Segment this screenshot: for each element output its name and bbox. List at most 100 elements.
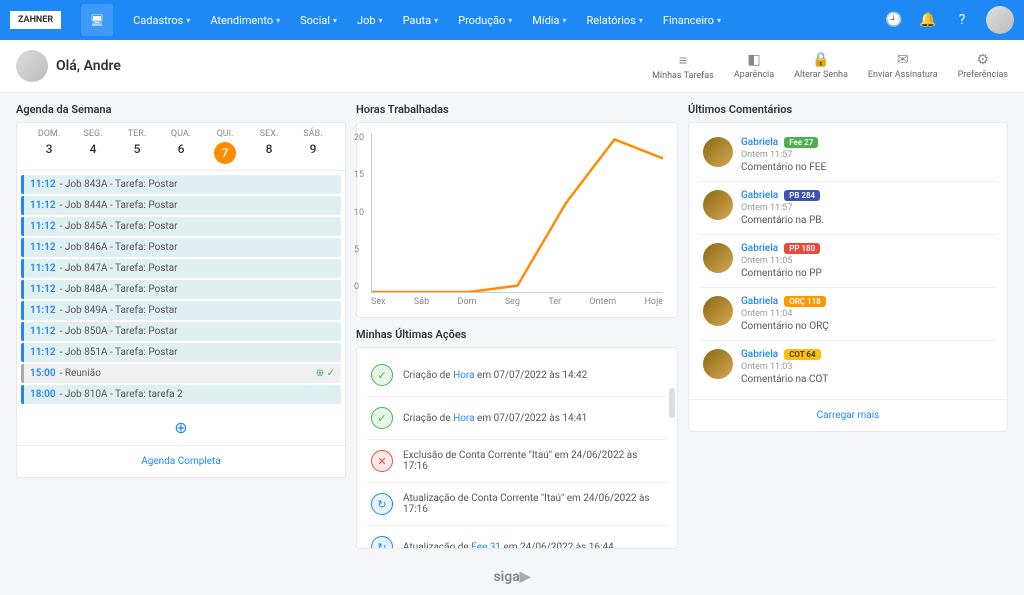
help-icon[interactable]: ?: [952, 10, 972, 30]
comment-time: Ontem 11:57: [741, 203, 993, 213]
task-item[interactable]: 11:12- Job 849A - Tarefa: Postar: [21, 301, 341, 320]
day[interactable]: SEX.8: [247, 129, 291, 164]
greeting-avatar: [16, 50, 48, 82]
week-row: DOM.3SEG.4TER.5QUA.6QUI.7SEX.8SÁB.9: [17, 123, 345, 171]
quick-action[interactable]: ◧Aparência: [734, 52, 774, 81]
logo[interactable]: ZAHNER: [10, 11, 61, 29]
action-item[interactable]: ✕Exclusão de Conta Corrente "Itaú" em 24…: [367, 440, 667, 483]
task-item[interactable]: 11:12- Job 843A - Tarefa: Postar: [21, 175, 341, 194]
comment-badge[interactable]: PP 180: [784, 243, 820, 254]
quick-action[interactable]: ≡Minhas Tarefas: [652, 52, 714, 81]
task-item[interactable]: 11:12- Job 845A - Tarefa: Postar: [21, 217, 341, 236]
hours-chart: 20151050: [371, 133, 663, 293]
quick-action[interactable]: ✉Enviar Assinatura: [868, 52, 938, 81]
comment-text: Comentário na COT: [741, 374, 993, 385]
chart-y-labels: 20151050: [354, 133, 364, 292]
comments-list: Gabriela Fee 27 Ontem 11:57 Comentário no F…: [689, 123, 1007, 399]
actions-card: ✓Criação de Hora em 07/07/2022 às 14:42✓…: [356, 347, 678, 549]
nav-atendimento[interactable]: Atendimento: [200, 8, 290, 33]
content: Agenda da Semana DOM.3SEG.4TER.5QUA.6QUI…: [0, 93, 1024, 559]
clock-icon[interactable]: 🕘: [884, 10, 904, 30]
action-link[interactable]: Hora: [453, 370, 474, 381]
comment-badge[interactable]: Fee 27: [784, 137, 818, 148]
nav-mídia[interactable]: Mídia: [522, 8, 576, 33]
day[interactable]: SÁB.9: [291, 129, 335, 164]
hours-section: Horas Trabalhadas 20151050 SexSábDomSegT…: [356, 103, 678, 318]
action-icon: ✕: [371, 450, 393, 472]
comment-badge[interactable]: COT 64: [784, 349, 820, 360]
comment-item[interactable]: Gabriela ORÇ 118 Ontem 11:04 Comentário no …: [699, 288, 997, 341]
qa-icon: 🔒: [812, 52, 829, 68]
task-item[interactable]: 11:12- Job 850A - Tarefa: Postar: [21, 322, 341, 341]
load-more-link[interactable]: Carregar mais: [689, 399, 1007, 431]
task-list: 11:12- Job 843A - Tarefa: Postar 11:12- J…: [17, 171, 345, 410]
nav-relatórios[interactable]: Relatórios: [576, 8, 652, 33]
comment-time: Ontem 11:57: [741, 150, 993, 160]
comment-author[interactable]: Gabriela: [741, 243, 778, 254]
comment-item[interactable]: GabrielaPB 284Ontem 11:57Comentário na P…: [699, 182, 997, 235]
task-item[interactable]: 11:12- Job 851A - Tarefa: Postar: [21, 343, 341, 362]
topbar: ZAHNER 🖥 CadastrosAtendimentoSocialJobPa…: [0, 0, 1024, 40]
bell-icon[interactable]: 🔔: [918, 10, 938, 30]
qa-icon: ⚙: [977, 52, 990, 68]
main-nav: 🖥 CadastrosAtendimentoSocialJobPautaProd…: [81, 4, 731, 36]
comment-text: Comentário no PP: [741, 268, 993, 279]
day[interactable]: QUI.7: [203, 129, 247, 164]
quick-action[interactable]: ⚙Preferências: [958, 52, 1008, 81]
agenda-full-link[interactable]: Agenda Completa: [17, 445, 345, 477]
action-link[interactable]: Hora: [453, 413, 474, 424]
task-item[interactable]: 18:00- Job 810A - Tarefa: tarefa 2: [21, 385, 341, 404]
comments-column: Últimos Comentários Gabriela Fee 27 Ontem …: [688, 103, 1008, 549]
day[interactable]: QUA.6: [159, 129, 203, 164]
action-item[interactable]: ✓Criação de Hora em 07/07/2022 às 14:41: [367, 397, 667, 440]
task-item[interactable]: 11:12- Job 847A - Tarefa: Postar: [21, 259, 341, 278]
qa-icon: ✉: [897, 52, 909, 68]
day[interactable]: TER.5: [115, 129, 159, 164]
quick-action[interactable]: 🔒Alterar Senha: [794, 52, 848, 81]
comment-item[interactable]: Gabriela Fee 27 Ontem 11:57 Comentário no F…: [699, 129, 997, 182]
action-link[interactable]: Fee 31: [471, 542, 501, 549]
nav-social[interactable]: Social: [290, 8, 347, 33]
task-item[interactable]: 11:12- Job 844A - Tarefa: Postar: [21, 196, 341, 215]
greeting: Olá, Andre: [16, 50, 121, 82]
task-item[interactable]: 11:12- Job 846A - Tarefa: Postar: [21, 238, 341, 257]
nav-pauta[interactable]: Pauta: [393, 8, 449, 33]
nav-cadastros[interactable]: Cadastros: [123, 8, 200, 33]
action-item[interactable]: ↻Atualização de Conta Corrente "Itaú" em…: [367, 483, 667, 526]
comment-item[interactable]: GabrielaPP 180Ontem 11:05Comentário no P…: [699, 235, 997, 288]
task-item[interactable]: 15:00- Reunião⊕ ✓: [21, 364, 341, 383]
day[interactable]: DOM.3: [27, 129, 71, 164]
comments-title: Últimos Comentários: [688, 103, 1008, 122]
day[interactable]: SEG.4: [71, 129, 115, 164]
comment-author[interactable]: Gabriela: [741, 349, 778, 360]
comment-text: Comentário no FEE: [741, 162, 993, 173]
comment-text: Comentário no ORÇ: [741, 321, 993, 332]
user-avatar[interactable]: [986, 6, 1014, 34]
desktop-icon[interactable]: 🖥: [81, 4, 113, 36]
comment-author[interactable]: Gabriela: [741, 190, 778, 201]
comment-badge[interactable]: ORÇ 118: [784, 296, 826, 307]
nav-job[interactable]: Job: [347, 8, 393, 33]
comment-avatar: [703, 296, 733, 326]
comment-author[interactable]: Gabriela: [741, 137, 778, 148]
hours-card: 20151050 SexSábDomSegTerOntemHoje: [356, 122, 678, 318]
comment-time: Ontem 11:04: [741, 309, 993, 319]
quick-actions: ≡Minhas Tarefas ◧Aparência 🔒Alterar Senha ✉…: [652, 52, 1008, 81]
comment-item[interactable]: GabrielaCOT 64Ontem 11:03Comentário na C…: [699, 341, 997, 393]
comments-card: Gabriela Fee 27 Ontem 11:57 Comentário no F…: [688, 122, 1008, 432]
chart-svg: [372, 133, 663, 292]
comment-author[interactable]: Gabriela: [741, 296, 778, 307]
action-item[interactable]: ↻Atualização de Fee 31 em 24/06/2022 às …: [367, 526, 667, 548]
nav-financeiro[interactable]: Financeiro: [653, 8, 731, 33]
comment-avatar: [703, 190, 733, 220]
action-icon: ✓: [371, 407, 393, 429]
task-item[interactable]: 11:12- Job 848A - Tarefa: Postar: [21, 280, 341, 299]
scrollbar[interactable]: [669, 388, 675, 418]
actions-title: Minhas Últimas Ações: [356, 328, 678, 347]
add-task-button[interactable]: ⊕: [17, 410, 345, 445]
action-item[interactable]: ✓Criação de Hora em 07/07/2022 às 14:42: [367, 354, 667, 397]
qa-icon: ◧: [747, 52, 760, 68]
nav-produção[interactable]: Produção: [448, 8, 522, 33]
comment-badge[interactable]: PB 284: [784, 190, 820, 201]
comment-avatar: [703, 137, 733, 167]
